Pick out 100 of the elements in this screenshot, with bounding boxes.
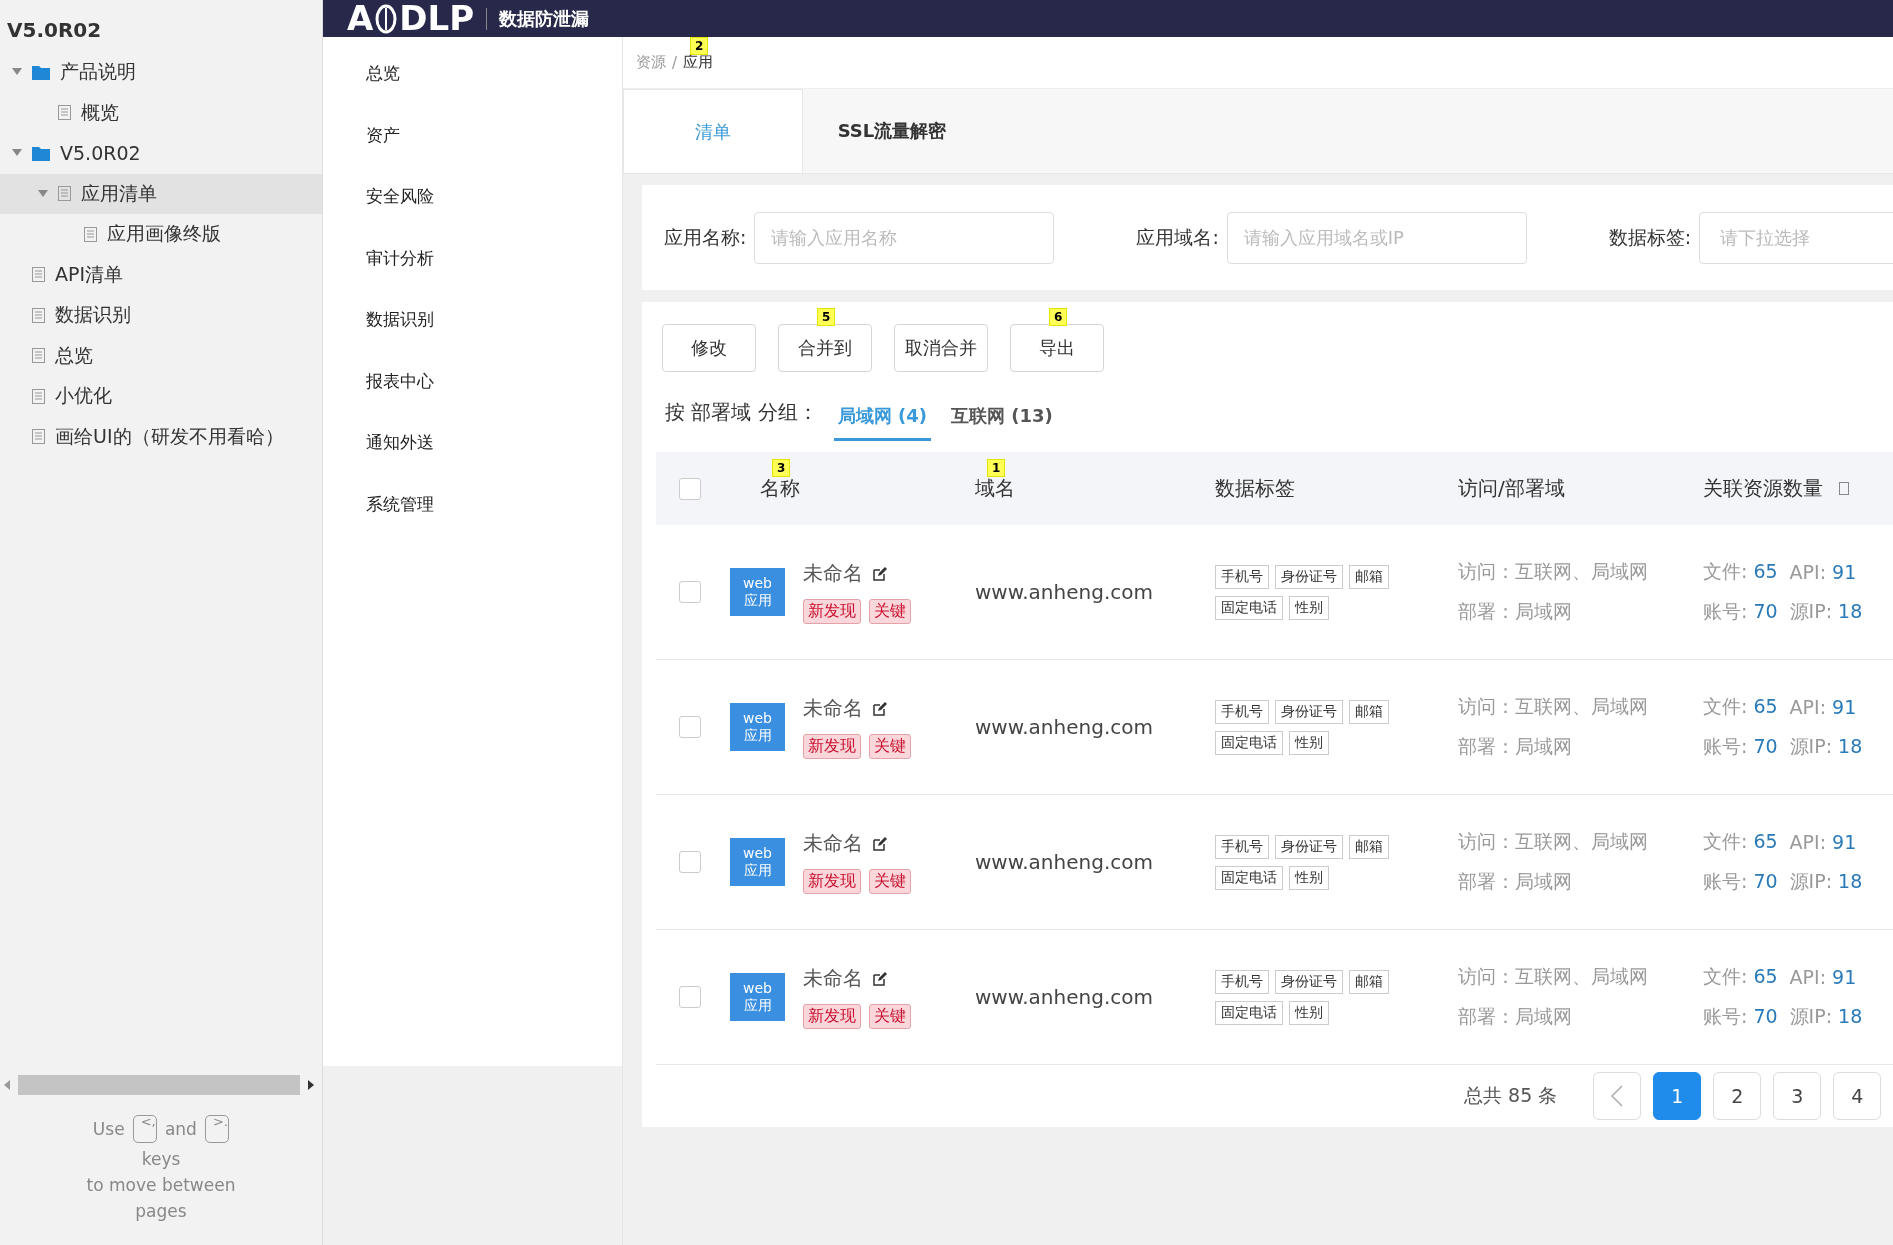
count-link[interactable]: 18: [1838, 1005, 1863, 1027]
nav-item[interactable]: 通知外送: [323, 412, 622, 474]
input-field[interactable]: 请输入应用名称: [754, 211, 1055, 264]
checkbox[interactable]: [679, 986, 701, 1008]
help-text: keys: [141, 1149, 181, 1169]
data-tag: 身份证号: [1275, 699, 1343, 724]
count-link[interactable]: 91: [1832, 966, 1857, 988]
total-count: 总共 85 条: [1464, 1083, 1558, 1108]
scrollbar-thumb[interactable]: [18, 1075, 300, 1095]
checkbox[interactable]: [679, 477, 701, 500]
sitemap-item[interactable]: 应用画像终版: [0, 214, 322, 255]
count-link[interactable]: 70: [1753, 735, 1778, 757]
app-type-badge: web 应用: [730, 838, 785, 886]
annotation-marker: 2: [690, 37, 709, 55]
count-link[interactable]: 18: [1838, 735, 1863, 757]
group-label: 按 部署域 分组：: [665, 398, 818, 426]
page-button[interactable]: 2: [1713, 1072, 1762, 1120]
action-button[interactable]: 导出: [1010, 324, 1104, 372]
sitemap-item[interactable]: 总览: [0, 335, 322, 376]
count-link[interactable]: 91: [1832, 696, 1857, 718]
column-header: 域名: [975, 475, 1015, 502]
count-link[interactable]: 18: [1838, 870, 1863, 892]
count-label: API:: [1789, 966, 1827, 988]
data-tag: 邮箱: [1349, 564, 1389, 589]
edit-icon: [873, 836, 887, 851]
count-label: 账号:: [1703, 735, 1748, 757]
data-tag: 身份证号: [1275, 834, 1343, 859]
data-tag: 邮箱: [1349, 969, 1389, 994]
status-tag: 新发现: [803, 734, 861, 759]
expand-arrow-icon: [38, 189, 48, 198]
app-name: 未命名: [803, 560, 863, 587]
deploy-text: 部署：局域网: [1458, 1004, 1572, 1029]
tab[interactable]: SSL流量解密: [803, 89, 981, 173]
access-text: 访问：互联网、局域网: [1458, 694, 1648, 719]
count-link[interactable]: 70: [1753, 1005, 1778, 1027]
count-label: 源IP:: [1789, 735, 1833, 757]
sitemap-item[interactable]: 概览: [0, 92, 322, 133]
nav-item[interactable]: 总览: [323, 43, 622, 105]
count-link[interactable]: 65: [1753, 830, 1778, 852]
chevron-left-icon: [1611, 1085, 1624, 1107]
page-button[interactable]: 3: [1773, 1072, 1822, 1120]
checkbox[interactable]: [679, 581, 701, 603]
sitemap-item[interactable]: 数据识别: [0, 295, 322, 336]
status-tag: 新发现: [803, 869, 861, 894]
count-link[interactable]: 91: [1832, 831, 1857, 853]
help-text: Use: [92, 1119, 125, 1139]
deploy-text: 部署：局域网: [1458, 599, 1572, 624]
data-tag: 邮箱: [1349, 699, 1389, 724]
column-header: 关联资源数量: [1703, 475, 1823, 502]
checkbox[interactable]: [679, 851, 701, 873]
count-link[interactable]: 18: [1838, 600, 1863, 622]
nav-item[interactable]: 资产: [323, 104, 622, 166]
status-tag: 新发现: [803, 1004, 861, 1029]
count-link[interactable]: 65: [1753, 965, 1778, 987]
data-tag: 手机号: [1215, 969, 1269, 994]
count-link[interactable]: 70: [1753, 600, 1778, 622]
sitemap-item[interactable]: 画给UI的（研发不用看哈）: [0, 416, 322, 457]
data-tag: 性别: [1289, 595, 1329, 620]
count-label: 账号:: [1703, 1005, 1748, 1027]
expand-arrow-icon: [12, 68, 22, 77]
data-tag: 性别: [1289, 730, 1329, 755]
data-tag: 邮箱: [1349, 834, 1389, 859]
group-tab[interactable]: 互联网 (13): [946, 389, 1057, 441]
count-label: 源IP:: [1789, 870, 1833, 892]
key-cap: >.: [204, 1115, 230, 1143]
annotation-marker: 5: [817, 308, 836, 326]
folder-icon: [32, 145, 50, 161]
sitemap-item[interactable]: 应用清单: [0, 173, 322, 214]
nav-item[interactable]: 安全风险: [323, 166, 622, 228]
count-link[interactable]: 65: [1753, 560, 1778, 582]
sitemap-item[interactable]: 产品说明: [0, 52, 322, 93]
nav-item[interactable]: 数据识别: [323, 289, 622, 351]
breadcrumb-separator: /: [672, 53, 678, 72]
action-button[interactable]: 修改: [662, 324, 756, 372]
access-text: 访问：互联网、局域网: [1458, 559, 1648, 584]
help-text: to move between: [86, 1175, 236, 1195]
logo-icon: [375, 3, 398, 34]
count-link[interactable]: 70: [1753, 870, 1778, 892]
count-link[interactable]: 65: [1753, 695, 1778, 717]
input-field[interactable]: 请输入应用域名或IP: [1226, 211, 1527, 264]
page-icon: [58, 186, 71, 202]
page-button[interactable]: 4: [1833, 1072, 1882, 1120]
count-link[interactable]: 91: [1832, 561, 1857, 583]
nav-item[interactable]: 审计分析: [323, 227, 622, 289]
nav-item[interactable]: 报表中心: [323, 350, 622, 412]
action-button[interactable]: 取消合并: [894, 324, 988, 372]
count-label: API:: [1789, 831, 1827, 853]
annotation-marker: 1: [987, 459, 1006, 477]
domain-text: www.anheng.com: [975, 580, 1153, 604]
breadcrumb-link[interactable]: 应用: [683, 53, 714, 72]
column-header: 名称: [760, 475, 800, 502]
sitemap-item[interactable]: API清单: [0, 254, 322, 295]
sitemap-item[interactable]: 小优化: [0, 376, 322, 417]
nav-item[interactable]: 系统管理: [323, 473, 622, 535]
action-button[interactable]: 合并到: [778, 324, 872, 372]
previous-page-button[interactable]: [1593, 1072, 1642, 1120]
checkbox[interactable]: [679, 716, 701, 738]
column-header: 数据标签: [1215, 475, 1295, 502]
sitemap-item[interactable]: V5.0R02: [0, 133, 322, 174]
help-text: and: [164, 1119, 197, 1139]
